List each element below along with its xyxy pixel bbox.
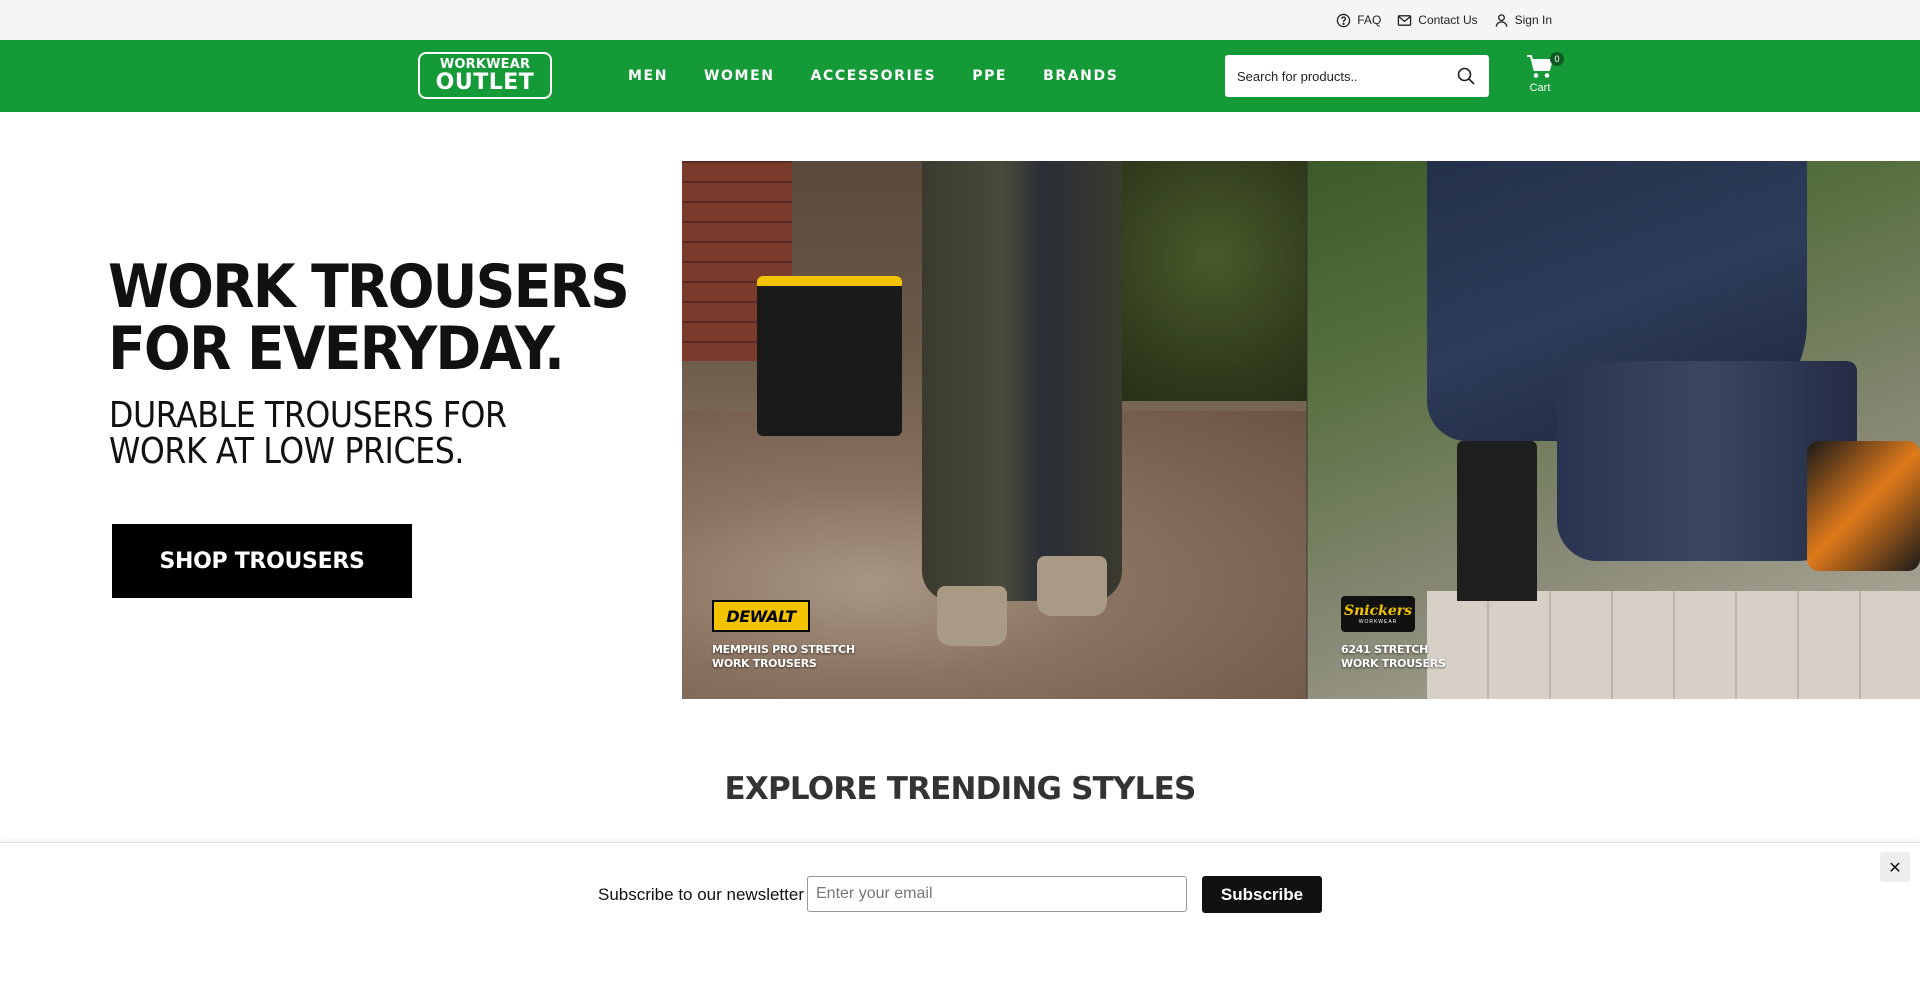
panel-divider	[1306, 161, 1308, 699]
contact-us-link[interactable]: Contact Us	[1397, 13, 1478, 28]
site-logo[interactable]: WORKWEAR OUTLET	[418, 52, 552, 99]
search-box	[1225, 55, 1489, 97]
dewalt-logo: DEWALT	[712, 600, 810, 632]
logo-line2: OUTLET	[435, 69, 535, 95]
search-input[interactable]	[1225, 56, 1435, 96]
kerb-stone-graphic	[1427, 591, 1920, 699]
hero-subheading-line1: DURABLE TROUSERS FOR	[109, 395, 507, 436]
newsletter-bar: Subscribe to our newsletter Subscribe ✕	[0, 842, 1920, 993]
snickers-logo-sub: WORKWEAR	[1358, 618, 1398, 625]
cart-count-badge: 0	[1550, 52, 1564, 66]
nav-item-ppe[interactable]: PPE	[972, 68, 1007, 84]
envelope-icon	[1398, 14, 1412, 26]
shop-trousers-button[interactable]: SHOP TROUSERS	[112, 524, 412, 598]
nav-item-accessories[interactable]: ACCESSORIES	[811, 68, 937, 84]
hero-heading-line1: WORK TROUSERS	[108, 252, 630, 322]
subscribe-button[interactable]: Subscribe	[1202, 876, 1322, 913]
safety-boot-graphic	[1807, 441, 1920, 571]
hero-banner-image[interactable]: DEWALT MEMPHIS PRO STRETCH WORK TROUSERS…	[682, 161, 1920, 699]
snickers-logo: Snickers WORKWEAR	[1341, 596, 1415, 632]
close-newsletter-button[interactable]: ✕	[1880, 852, 1910, 882]
contact-us-label: Contact Us	[1418, 13, 1478, 27]
main-nav: WORKWEAR OUTLET MEN WOMEN ACCESSORIES PP…	[0, 40, 1920, 112]
boot-right-graphic	[1037, 556, 1107, 616]
toolbox-graphic	[757, 276, 902, 436]
logo-line1: WORKWEAR	[439, 56, 531, 72]
hero-subheading-line2: WORK AT LOW PRICES.	[109, 431, 465, 472]
trending-section-title: EXPLORE TRENDING STYLES	[724, 771, 1196, 807]
question-circle-icon	[1337, 13, 1351, 27]
hero-heading: WORK TROUSERS FOR EVERYDAY.	[108, 252, 630, 384]
nav-item-men[interactable]: MEN	[628, 68, 668, 84]
newsletter-label: Subscribe to our newsletter	[598, 885, 804, 904]
close-icon: ✕	[1888, 857, 1902, 877]
nav-item-brands[interactable]: BRANDS	[1043, 68, 1118, 84]
hero-heading-line2: FOR EVERYDAY.	[108, 314, 565, 384]
boot-left-graphic	[937, 586, 1007, 646]
snickers-product-caption: 6241 STRETCH WORK TROUSERS	[1341, 643, 1446, 670]
hero-subheading: DURABLE TROUSERS FOR WORK AT LOW PRICES.	[109, 398, 507, 470]
user-icon	[1495, 13, 1507, 27]
sign-in-link[interactable]: Sign In	[1494, 13, 1552, 28]
snickers-logo-name: Snickers	[1344, 602, 1412, 619]
cart-label: Cart	[1529, 82, 1551, 94]
trousers-graphic	[922, 161, 1122, 601]
dewalt-product-panel[interactable]: DEWALT MEMPHIS PRO STRETCH WORK TROUSERS	[682, 161, 1307, 699]
cart-button[interactable]: Cart 0	[1522, 50, 1564, 102]
post-graphic	[1457, 441, 1537, 601]
nav-menu: MEN WOMEN ACCESSORIES PPE BRANDS	[628, 40, 1118, 112]
utility-links: FAQ Contact Us Sign In	[1336, 0, 1552, 40]
snickers-product-panel[interactable]: Snickers WORKWEAR 6241 STRETCH WORK TROU…	[1307, 161, 1920, 699]
newsletter-email-input[interactable]	[807, 876, 1187, 912]
sign-in-label: Sign In	[1514, 13, 1552, 27]
nav-item-women[interactable]: WOMEN	[704, 68, 775, 84]
utility-bar: FAQ Contact Us Sign In	[0, 0, 1920, 40]
faq-link[interactable]: FAQ	[1336, 13, 1381, 28]
search-icon[interactable]	[1457, 67, 1475, 85]
faq-label: FAQ	[1357, 13, 1382, 27]
dewalt-product-caption: MEMPHIS PRO STRETCH WORK TROUSERS	[712, 643, 855, 670]
